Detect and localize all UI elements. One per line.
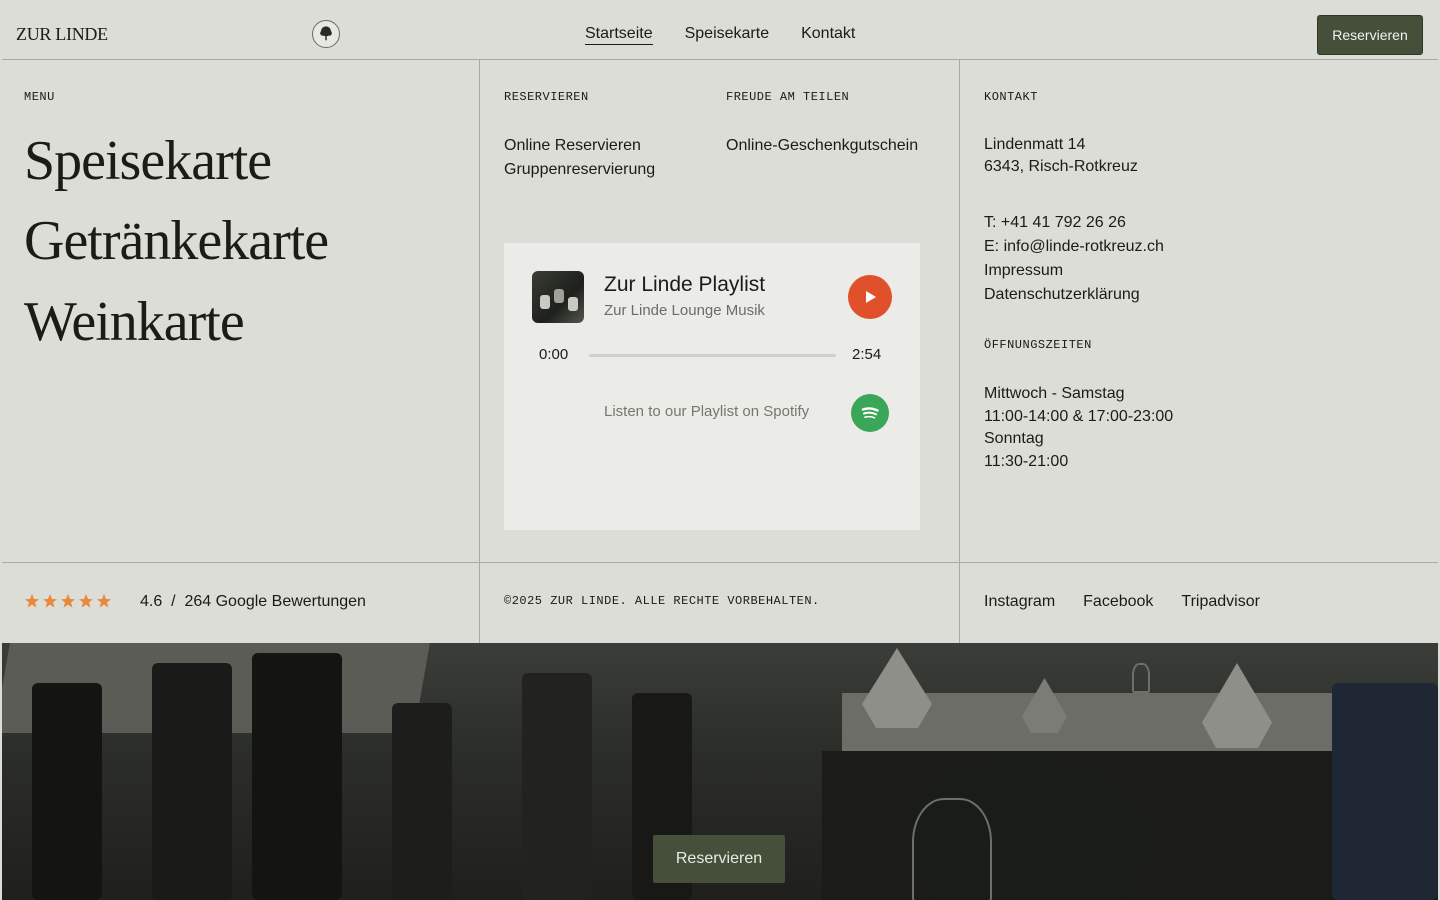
oeffnungszeiten-label: ÖFFNUNGSZEITEN [984,338,1092,352]
page: ZUR LINDE Startseite Speisekarte Kontakt… [2,0,1438,900]
menu-item-getraenkekarte[interactable]: Getränkekarte [24,213,329,269]
time-current: 0:00 [539,346,569,363]
menu-item-weinkarte[interactable]: Weinkarte [24,294,245,350]
star-icon [97,594,111,608]
reservieren-label: RESERVIEREN [504,90,589,104]
menu-label: MENU [24,90,55,104]
hours-days-1: Mittwoch - Samstag [984,385,1125,402]
menu-item-speisekarte[interactable]: Speisekarte [24,133,272,189]
address-street: Lindenmatt 14 [984,136,1086,153]
reservieren-hero-button[interactable]: Reservieren [653,835,785,883]
facebook-link[interactable]: Facebook [1083,593,1153,611]
play-button[interactable] [848,275,892,319]
kontakt-label: KONTAKT [984,90,1038,104]
star-icon [61,594,75,608]
instagram-link[interactable]: Instagram [984,593,1055,611]
contact-links: T: +41 41 792 26 26 E: info@linde-rotkre… [984,211,1164,307]
hours-days-2: Sonntag [984,430,1044,447]
hours-times-1: 11:00-14:00 & 17:00-23:00 [984,407,1174,425]
address: Lindenmatt 14 6343, Risch-Rotkreuz [984,134,1138,178]
opening-hours: Mittwoch - Samstag 11:00-14:00 & 17:00-2… [984,383,1173,473]
nav-speisekarte[interactable]: Speisekarte [685,25,770,45]
site-logo[interactable]: ZUR LINDE [16,24,108,45]
link-gruppenreservierung[interactable]: Gruppenreservierung [504,158,655,182]
social-links: Instagram Facebook Tripadvisor [984,593,1260,611]
play-icon [866,291,876,303]
reservieren-button[interactable]: Reservieren [1317,15,1423,55]
divider [2,562,1438,563]
spotify-icon[interactable] [851,394,889,432]
link-online-reservieren[interactable]: Online Reservieren [504,134,655,158]
address-city: 6343, Risch-Rotkreuz [984,158,1138,175]
hours-times-2: 11:30-21:00 [984,452,1069,470]
google-rating[interactable]: 4.6 / 264 Google Bewertungen [140,593,366,611]
playlist-player: Zur Linde Playlist Zur Linde Lounge Musi… [504,243,920,530]
playlist-subtitle: Zur Linde Lounge Musik [604,302,765,319]
star-icon [43,594,57,608]
main-nav: Startseite Speisekarte Kontakt [585,25,855,45]
nav-kontakt[interactable]: Kontakt [801,25,855,45]
tree-logo-icon[interactable] [312,20,340,48]
tripadvisor-link[interactable]: Tripadvisor [1181,593,1260,611]
datenschutz-link[interactable]: Datenschutzerklärung [984,283,1164,307]
reservieren-links: Online Reservieren Gruppenreservierung [504,134,655,182]
teilen-links: Online-Geschenkgutschein [726,134,918,158]
spotify-link[interactable]: Listen to our Playlist on Spotify [604,403,809,420]
divider [479,60,480,643]
impressum-link[interactable]: Impressum [984,259,1164,283]
time-total: 2:54 [852,346,882,363]
playlist-cover-image [532,271,584,323]
progress-bar[interactable] [589,354,836,357]
email-link[interactable]: E: info@linde-rotkreuz.ch [984,235,1164,259]
star-icon [79,594,93,608]
nav-startseite[interactable]: Startseite [585,25,653,45]
divider [959,60,960,643]
star-icon [25,594,39,608]
site-header: ZUR LINDE Startseite Speisekarte Kontakt… [2,0,1438,60]
copyright: ©2025 ZUR LINDE. ALLE RECHTE VORBEHALTEN… [504,594,820,608]
teilen-label: FREUDE AM TEILEN [726,90,850,104]
playlist-title: Zur Linde Playlist [604,273,766,296]
link-geschenkgutschein[interactable]: Online-Geschenkgutschein [726,134,918,158]
rating-stars [24,593,112,609]
phone-link[interactable]: T: +41 41 792 26 26 [984,211,1164,235]
